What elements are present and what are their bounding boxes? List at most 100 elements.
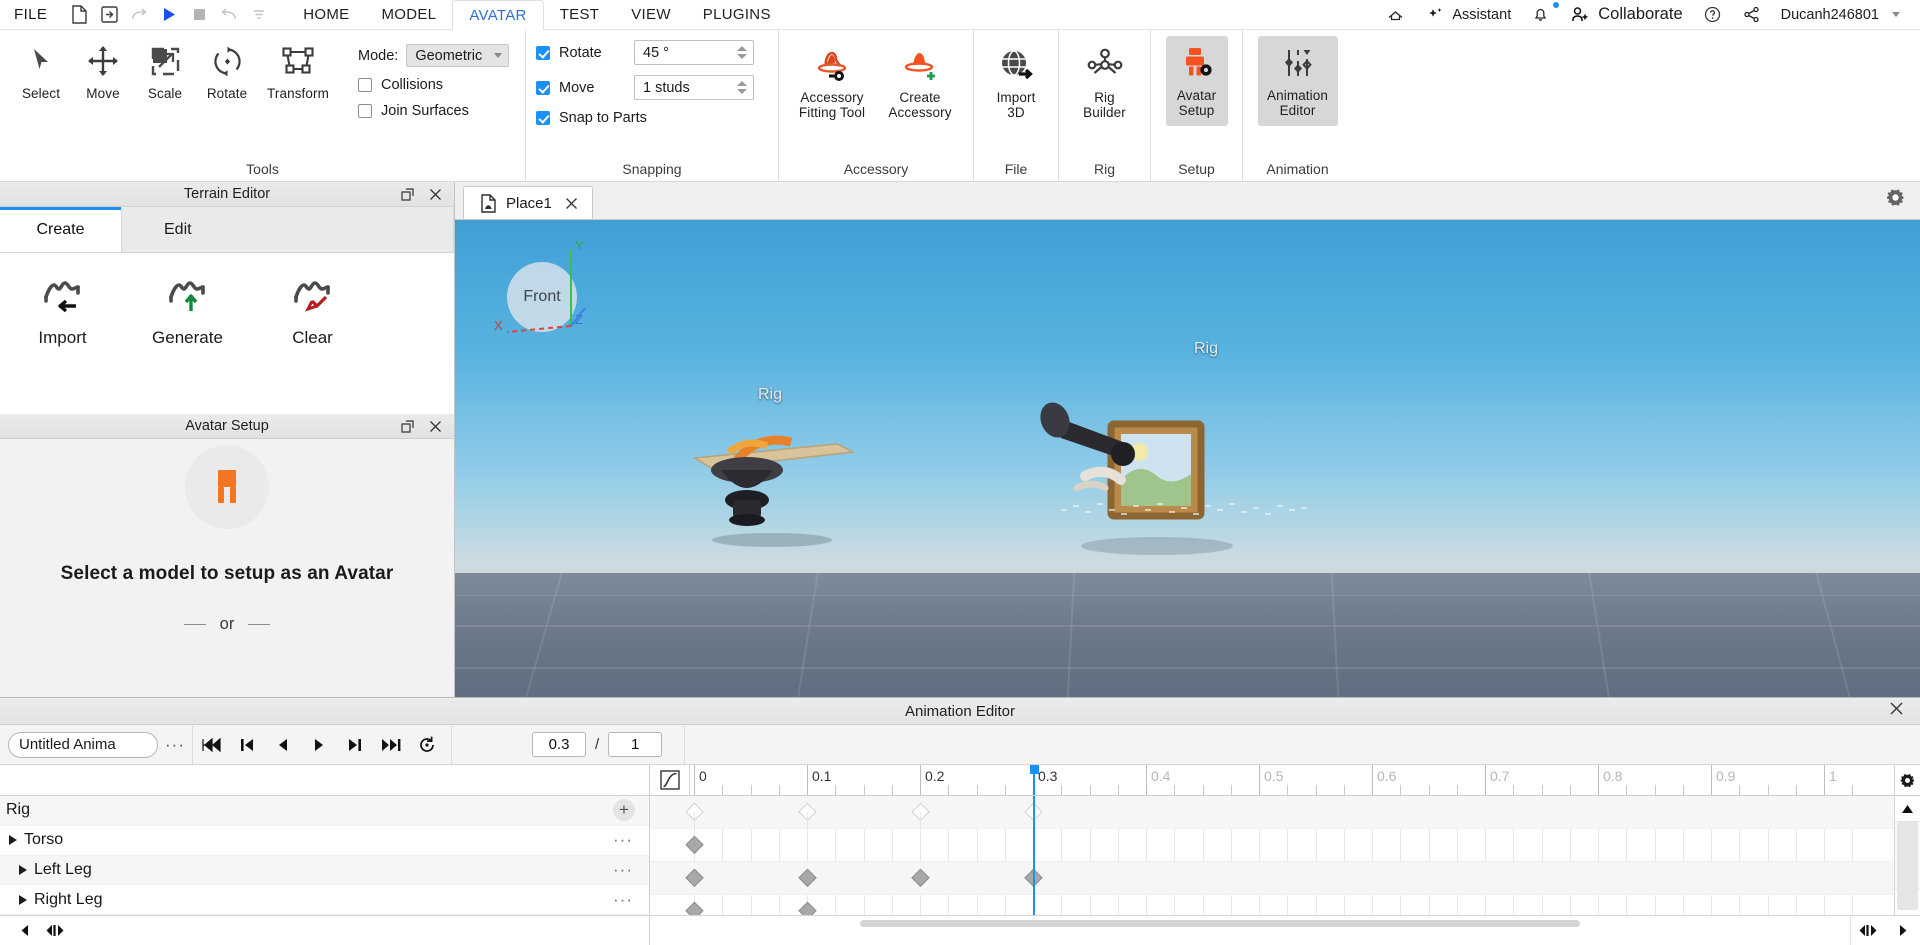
hscroll-track[interactable] <box>650 916 1850 945</box>
viewport-settings-button[interactable] <box>1885 187 1920 219</box>
more-options-icon[interactable] <box>245 2 273 28</box>
move-snap-checkbox[interactable] <box>536 80 550 95</box>
assistant-button[interactable]: Assistant <box>1415 0 1521 30</box>
tab-test[interactable]: TEST <box>544 0 616 29</box>
track-menu-torso[interactable]: ··· <box>613 830 649 850</box>
tab-model[interactable]: MODEL <box>365 0 452 29</box>
timeline-row[interactable] <box>650 829 1894 862</box>
terrain-editor-close-icon[interactable] <box>428 187 442 201</box>
scroll-left-button[interactable] <box>12 918 38 944</box>
rotate-tool-button[interactable]: Rotate <box>196 34 258 105</box>
redo-arrow-icon[interactable] <box>125 2 153 28</box>
timeline-grid-body[interactable] <box>650 796 1894 915</box>
playhead-ruler[interactable] <box>1029 765 1039 795</box>
animation-name-field[interactable]: Untitled Anima <box>8 731 158 758</box>
expand-right-leg-icon[interactable] <box>12 894 34 905</box>
timeline-ruler-scale[interactable]: 0 0.1 0.2 0.3 0.4 0.5 0.6 0.7 0.8 0.9 1 <box>690 765 1894 795</box>
next-keyframe-button[interactable] <box>337 728 373 762</box>
tab-plugins[interactable]: PLUGINS <box>687 0 787 29</box>
track-menu-left-leg[interactable]: ··· <box>613 860 649 880</box>
terrain-import-button[interactable]: Import <box>0 267 125 348</box>
scroll-right-button[interactable] <box>1890 918 1916 944</box>
timeline-ruler[interactable]: 0 0.1 0.2 0.3 0.4 0.5 0.6 0.7 0.8 0.9 1 <box>650 765 1894 796</box>
track-row-rig[interactable]: Rig + <box>0 796 649 826</box>
animation-options-button[interactable]: ··· <box>158 730 192 760</box>
terrain-generate-button[interactable]: Generate <box>125 267 250 348</box>
new-document-icon[interactable] <box>65 2 93 28</box>
user-menu-button[interactable]: Ducanh246801 <box>1771 0 1910 30</box>
join-surfaces-checkbox[interactable] <box>358 104 372 118</box>
file-menu-button[interactable]: FILE <box>0 0 61 29</box>
add-track-button[interactable]: + <box>613 799 635 822</box>
accessory-fitting-tool-button[interactable]: Accessory Fitting Tool <box>792 38 872 124</box>
move-tool-button[interactable]: Move <box>72 34 134 105</box>
skip-to-end-button[interactable] <box>373 728 409 762</box>
tab-view[interactable]: VIEW <box>615 0 687 29</box>
timeline-vertical-scrollbar[interactable] <box>1894 765 1920 915</box>
animation-editor-close-icon[interactable] <box>1889 701 1920 721</box>
scroll-up-button[interactable] <box>1895 796 1920 822</box>
avatar-setup-close-icon[interactable] <box>428 419 442 433</box>
step-back-button[interactable] <box>265 728 301 762</box>
current-time-field[interactable]: 0.3 <box>532 732 586 757</box>
rotate-snap-checkbox[interactable] <box>536 45 550 60</box>
collisions-checkbox[interactable] <box>358 78 372 92</box>
timeline-row[interactable] <box>650 796 1894 829</box>
terrain-clear-button[interactable]: Clear <box>250 267 375 348</box>
join-surfaces-checkbox-row[interactable]: Join Surfaces <box>358 103 509 119</box>
avatar-setup-undock-icon[interactable] <box>400 419 414 433</box>
open-file-icon[interactable] <box>95 2 123 28</box>
zoom-range-button[interactable] <box>1855 918 1881 944</box>
timeline-row[interactable] <box>650 862 1894 895</box>
rig-builder-button[interactable]: Rig Builder <box>1074 38 1136 124</box>
timeline-grid[interactable]: 0 0.1 0.2 0.3 0.4 0.5 0.6 0.7 0.8 0.9 1 <box>650 765 1894 915</box>
track-row-left-leg[interactable]: Left Leg ··· <box>0 855 649 886</box>
snap-to-parts-row[interactable]: Snap to Parts <box>536 110 754 126</box>
collisions-checkbox-row[interactable]: Collisions <box>358 77 509 93</box>
vertical-scroll-thumb[interactable] <box>1897 822 1918 910</box>
stepper-arrows[interactable] <box>737 81 751 94</box>
rig-model-2[interactable] <box>1027 368 1247 563</box>
play-icon[interactable] <box>155 2 183 28</box>
share-button[interactable] <box>1732 0 1771 30</box>
snap-to-parts-checkbox[interactable] <box>536 111 550 125</box>
avatar-setup-button[interactable]: Avatar Setup <box>1165 36 1228 126</box>
move-snap-input[interactable]: 1 studs <box>634 75 754 100</box>
play-button[interactable] <box>301 728 337 762</box>
notifications-button[interactable] <box>1521 0 1561 30</box>
vertical-scroll-track[interactable] <box>1895 822 1920 910</box>
track-row-torso[interactable]: Torso ··· <box>0 826 649 856</box>
playhead[interactable] <box>1033 796 1035 915</box>
tab-avatar[interactable]: AVATAR <box>452 0 544 30</box>
create-accessory-button[interactable]: Create Accessory <box>880 38 960 124</box>
transform-tool-button[interactable]: Transform <box>258 34 338 105</box>
mode-select[interactable]: Geometric <box>406 44 510 67</box>
help-button[interactable] <box>1693 0 1732 30</box>
undo-icon[interactable] <box>215 2 243 28</box>
terrain-tab-create[interactable]: Create <box>0 207 122 252</box>
rig-model-1[interactable] <box>677 400 877 555</box>
playhead-handle[interactable] <box>1029 765 1039 774</box>
collaborate-button[interactable]: Collaborate <box>1560 0 1692 30</box>
stepper-arrows[interactable] <box>737 46 751 59</box>
tab-home[interactable]: HOME <box>287 0 365 29</box>
expand-torso-icon[interactable] <box>2 835 24 846</box>
stop-icon[interactable] <box>185 2 213 28</box>
track-row-right-leg[interactable]: Right Leg ··· <box>0 885 649 915</box>
scale-tool-button[interactable]: Scale <box>134 34 196 105</box>
timeline-row[interactable] <box>650 895 1894 915</box>
expand-left-leg-icon[interactable] <box>12 864 34 875</box>
previous-keyframe-button[interactable] <box>229 728 265 762</box>
timeline-settings-button[interactable] <box>1895 765 1920 796</box>
loop-button[interactable] <box>409 728 445 762</box>
place-tab[interactable]: Place1 <box>463 186 593 219</box>
total-time-field[interactable]: 1 <box>608 732 663 757</box>
terrain-tab-edit[interactable]: Edit <box>122 207 454 252</box>
track-menu-right-leg[interactable]: ··· <box>613 890 649 910</box>
rotate-snap-input[interactable]: 45 ° <box>634 40 754 65</box>
skip-to-start-button[interactable] <box>193 728 229 762</box>
home-cloud-button[interactable] <box>1376 0 1415 30</box>
import-3d-button[interactable]: Import 3D <box>985 38 1047 124</box>
zoom-fit-button[interactable] <box>42 918 68 944</box>
select-tool-button[interactable]: Select <box>10 34 72 105</box>
